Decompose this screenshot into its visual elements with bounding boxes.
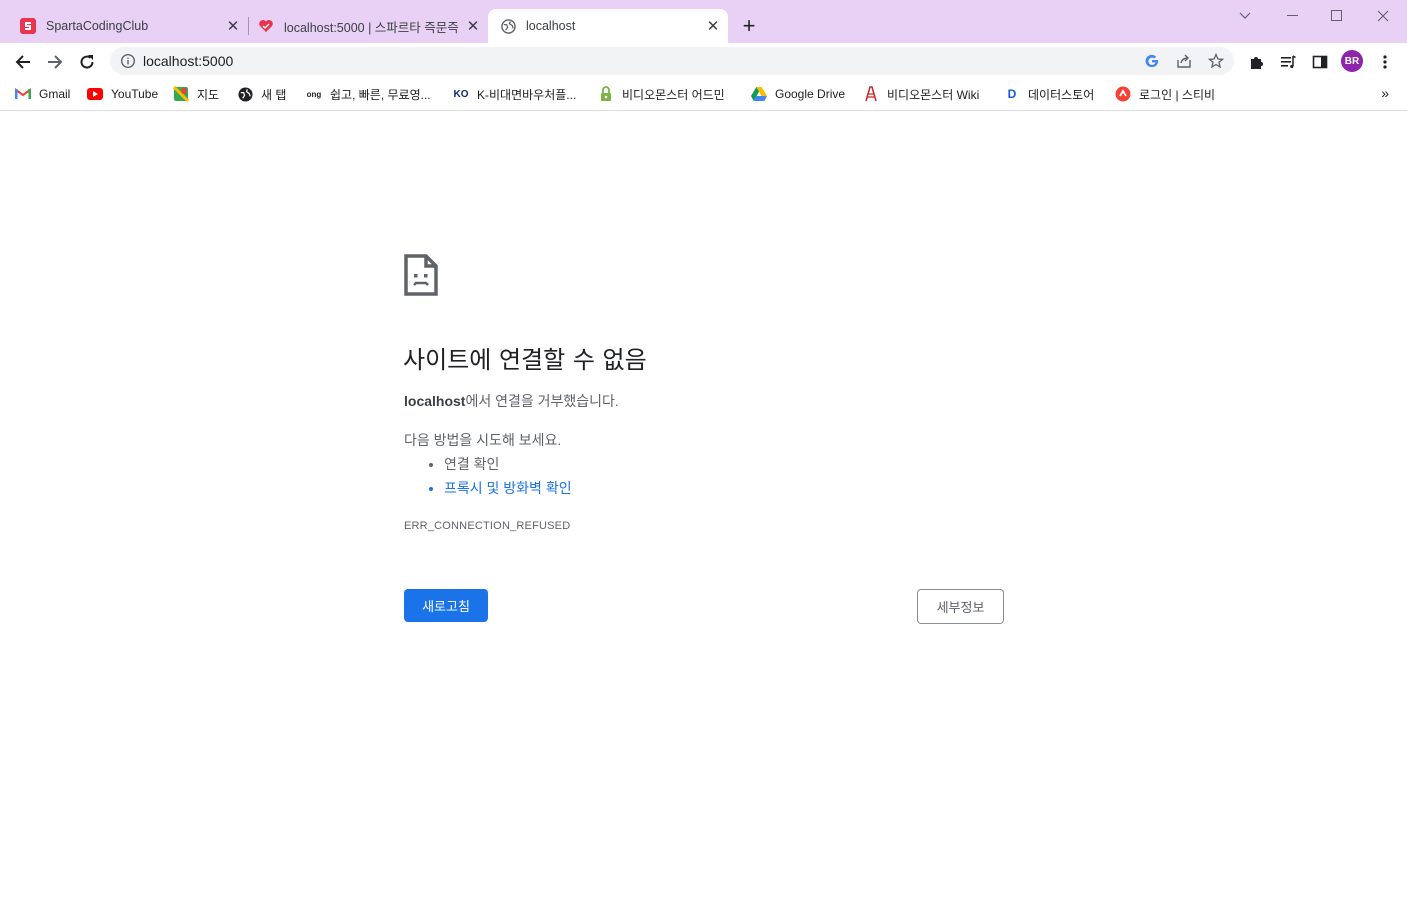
bookmark-k-voucher[interactable]: KO K-비대면바우처플... — [453, 84, 577, 104]
google-icon[interactable] — [1143, 52, 1161, 70]
drive-icon — [751, 86, 767, 102]
error-code: ERR_CONNECTION_REFUSED — [404, 520, 571, 532]
ko-icon: KO — [453, 88, 469, 100]
wiki-icon — [863, 86, 879, 102]
bookmark-label: Google Drive — [775, 87, 846, 101]
bookmark-youtube[interactable]: YouTube — [87, 84, 158, 104]
error-description-text: 에서 연결을 거부했습니다. — [465, 393, 619, 409]
bookmark-label: Gmail — [39, 87, 71, 101]
bookmark-videomonster-admin[interactable]: 비디오몬스터 어드민 — [598, 84, 725, 104]
more-bookmarks-icon[interactable]: » — [1381, 85, 1389, 101]
bookmark-label: 로그인 | 스티비 — [1139, 87, 1216, 102]
tab-sparta[interactable]: SpartaCodingClub ✕ — [0, 9, 248, 43]
youtube-icon — [87, 86, 103, 102]
details-button[interactable]: 세부정보 — [917, 589, 1004, 624]
globe-icon — [500, 18, 516, 34]
bookmark-label: YouTube — [111, 87, 159, 101]
maps-icon — [173, 86, 189, 102]
bookmark-label: 비디오몬스터 어드민 — [622, 87, 725, 102]
reload-icon[interactable] — [75, 50, 99, 74]
tab-title: localhost — [526, 19, 576, 33]
error-title: 사이트에 연결할 수 없음 — [403, 346, 647, 374]
error-description: localhost에서 연결을 거부했습니다. — [404, 391, 619, 411]
star-icon[interactable] — [1207, 52, 1225, 70]
bookmark-stibee-login[interactable]: 로그인 | 스티비 — [1115, 84, 1215, 104]
forward-icon[interactable] — [43, 50, 67, 74]
globe-icon — [237, 86, 253, 102]
window-close-icon[interactable] — [1371, 6, 1395, 26]
url-text[interactable]: localhost:5000 — [143, 53, 233, 69]
error-page: 사이트에 연결할 수 없음 localhost에서 연결을 거부했습니다. 다음… — [0, 111, 1407, 916]
lock-icon — [598, 86, 614, 102]
heart-icon — [258, 18, 274, 34]
bookmark-datastore[interactable]: D 데이터스토어 — [1004, 84, 1095, 104]
extensions-icon[interactable] — [1244, 50, 1268, 74]
tab-localhost[interactable]: localhost ✕ — [488, 9, 728, 43]
address-bar[interactable]: localhost:5000 — [110, 47, 1234, 75]
sad-page-icon — [404, 254, 438, 296]
suggestion-check-connection: 연결 확인 — [444, 454, 572, 478]
minimize-icon[interactable] — [1281, 6, 1305, 26]
avatar[interactable]: BR — [1341, 50, 1363, 72]
tab-search-icon[interactable] — [1233, 6, 1257, 26]
try-label: 다음 방법을 시도해 보세요. — [404, 432, 562, 448]
gmail-icon — [15, 86, 31, 102]
tab-localhost-5000[interactable]: localhost:5000 | 스파르타 즉문즉 ✕ — [238, 9, 488, 43]
error-host: localhost — [404, 393, 466, 409]
bookmark-label: 쉽고, 빠른, 무료영... — [330, 87, 431, 102]
share-icon[interactable] — [1175, 52, 1193, 70]
close-icon[interactable]: ✕ — [464, 17, 482, 35]
tab-title: localhost:5000 | 스파르타 즉문즉 — [284, 20, 459, 35]
stibee-icon — [1115, 86, 1131, 102]
maximize-icon[interactable] — [1325, 6, 1349, 26]
reading-list-icon[interactable] — [1276, 50, 1300, 74]
side-panel-icon[interactable] — [1308, 50, 1332, 74]
bookmark-label: 지도 — [197, 87, 220, 102]
bookmarks-bar: Gmail YouTube 지도 새 탭 ong 쉽고, 빠른, 무료영... … — [0, 80, 1407, 111]
bookmark-new-tab[interactable]: 새 탭 — [237, 84, 286, 104]
bookmark-google-drive[interactable]: Google Drive — [751, 84, 845, 104]
reload-button[interactable]: 새로고침 — [404, 589, 488, 622]
toolbar: localhost:5000 BR — [0, 43, 1407, 80]
tab-title: SpartaCodingClub — [46, 19, 149, 33]
bookmark-ong[interactable]: ong 쉽고, 빠른, 무료영... — [306, 84, 431, 104]
bookmark-label: 새 탭 — [261, 87, 287, 102]
sparta-icon — [20, 18, 36, 34]
back-icon[interactable] — [11, 50, 35, 74]
info-icon[interactable] — [120, 53, 136, 69]
d-icon: D — [1007, 87, 1017, 101]
bookmark-gmail[interactable]: Gmail — [15, 84, 70, 104]
tab-strip: SpartaCodingClub ✕ localhost:5000 | 스파르타… — [0, 0, 1407, 43]
ong-icon: ong — [306, 89, 322, 99]
bookmark-maps[interactable]: 지도 — [173, 84, 219, 104]
new-tab-button[interactable]: + — [737, 13, 761, 38]
bookmark-label: 비디오몬스터 Wiki — [887, 87, 980, 102]
bookmark-videomonster-wiki[interactable]: 비디오몬스터 Wiki — [863, 84, 979, 104]
bookmark-label: K-비대면바우처플... — [477, 87, 577, 102]
bookmark-label: 데이터스토어 — [1028, 87, 1095, 102]
menu-icon[interactable] — [1373, 50, 1397, 74]
suggestion-list: 연결 확인 프록시 및 방화벽 확인 — [426, 454, 572, 502]
suggestion-check-proxy-firewall-link[interactable]: 프록시 및 방화벽 확인 — [444, 478, 572, 502]
close-icon[interactable]: ✕ — [704, 17, 722, 35]
